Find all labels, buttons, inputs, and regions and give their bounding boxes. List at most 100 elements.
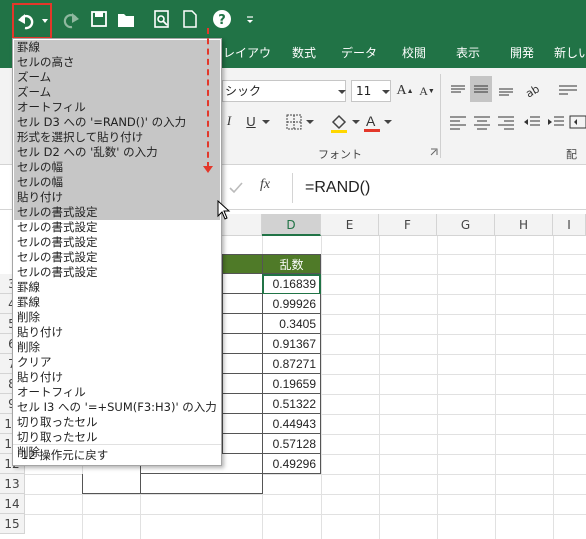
font-color-icon[interactable]: A bbox=[362, 110, 382, 134]
tab-new[interactable]: 新しい bbox=[554, 38, 586, 68]
tab-developer[interactable]: 開発 bbox=[500, 38, 544, 68]
table-cell[interactable] bbox=[222, 354, 263, 374]
undo-history-item[interactable]: オートフィル bbox=[14, 385, 220, 400]
undo-history-item[interactable]: セルの書式設定 bbox=[14, 265, 220, 280]
table-cell[interactable] bbox=[222, 314, 263, 334]
align-center-icon[interactable] bbox=[472, 112, 492, 132]
table-cell-value[interactable]: 0.44943 bbox=[262, 414, 321, 434]
wrap-text-icon[interactable] bbox=[556, 78, 580, 102]
undo-history-item[interactable]: ズーム bbox=[14, 85, 220, 100]
increase-font-icon[interactable]: A ▲ bbox=[396, 80, 414, 102]
table-cell-value[interactable]: 0.99926 bbox=[262, 294, 321, 314]
borders-icon[interactable] bbox=[284, 112, 304, 132]
undo-dropdown-icon[interactable] bbox=[41, 17, 49, 25]
row-header[interactable]: 15 bbox=[0, 514, 25, 534]
new-file-icon[interactable] bbox=[182, 6, 198, 32]
table-header-cell[interactable] bbox=[222, 254, 263, 274]
table-cell[interactable] bbox=[222, 274, 263, 294]
align-middle-icon[interactable] bbox=[470, 76, 492, 102]
column-header-i[interactable]: I bbox=[553, 214, 586, 236]
undo-history-item[interactable]: 貼り付け bbox=[14, 190, 220, 205]
undo-history-item[interactable]: セル I3 への '=+SUM(F3:H3)' の入力 bbox=[14, 400, 220, 415]
align-bottom-icon[interactable] bbox=[496, 78, 516, 102]
insert-function-icon[interactable]: fx bbox=[260, 177, 270, 193]
undo-history-item[interactable]: セルの書式設定 bbox=[14, 235, 220, 250]
redo-icon[interactable] bbox=[58, 6, 84, 32]
table-cell-value[interactable]: 0.49296 bbox=[262, 454, 321, 474]
tab-page-layout[interactable]: レイアウト bbox=[222, 38, 272, 90]
table-cell[interactable] bbox=[222, 394, 263, 414]
table-cell[interactable] bbox=[222, 374, 263, 394]
customize-qat-icon[interactable] bbox=[244, 6, 256, 32]
undo-history-item[interactable]: セルの書式設定 bbox=[14, 220, 220, 235]
row-header[interactable]: 13 bbox=[0, 474, 25, 494]
undo-history-item[interactable]: 削除 bbox=[14, 310, 220, 325]
align-right-icon[interactable] bbox=[496, 112, 516, 132]
undo-history-item[interactable]: セルの高さ bbox=[14, 55, 220, 70]
fill-color-dropdown-icon[interactable] bbox=[352, 118, 360, 126]
undo-history-item[interactable]: 形式を選択して貼り付け bbox=[14, 130, 220, 145]
column-header-e[interactable]: E bbox=[321, 214, 379, 236]
table-cell-value[interactable]: 0.91367 bbox=[262, 334, 321, 354]
open-folder-icon[interactable] bbox=[116, 6, 136, 32]
increase-indent-icon[interactable] bbox=[546, 112, 566, 132]
table-cell-value[interactable]: 0.87271 bbox=[262, 354, 321, 374]
undo-history-item[interactable]: オートフィル bbox=[14, 100, 220, 115]
help-icon[interactable]: ? bbox=[210, 6, 234, 32]
undo-history-item[interactable]: セル D3 への '=RAND()' の入力 bbox=[14, 115, 220, 130]
text-orientation-icon[interactable]: ab bbox=[522, 78, 544, 102]
undo-history-item[interactable]: クリア bbox=[14, 355, 220, 370]
tab-data[interactable]: データ bbox=[336, 38, 382, 68]
underline-dropdown-icon[interactable] bbox=[262, 118, 270, 126]
font-name-select[interactable]: シック bbox=[222, 80, 346, 102]
undo-history-item[interactable]: 貼り付け bbox=[14, 370, 220, 385]
table-cell[interactable] bbox=[222, 434, 263, 454]
tab-view[interactable]: 表示 bbox=[446, 38, 490, 68]
undo-history-item[interactable]: 切り取ったセル bbox=[14, 430, 220, 445]
column-header-g[interactable]: G bbox=[437, 214, 495, 236]
undo-history-item[interactable]: 削除 bbox=[14, 340, 220, 355]
undo-history-item[interactable]: セルの書式設定 bbox=[14, 250, 220, 265]
undo-history-item[interactable]: セル D2 への '乱数' の入力 bbox=[14, 145, 220, 160]
font-dialog-launcher-icon[interactable] bbox=[430, 148, 438, 156]
table-cell[interactable] bbox=[82, 474, 141, 494]
undo-history-item[interactable]: 罫線 bbox=[14, 40, 220, 55]
column-header-f[interactable]: F bbox=[379, 214, 437, 236]
table-cell-value[interactable]: 0.51322 bbox=[262, 394, 321, 414]
table-header-random[interactable]: 乱数 bbox=[262, 254, 321, 274]
undo-history-item[interactable]: 貼り付け bbox=[14, 325, 220, 340]
italic-icon[interactable]: I bbox=[222, 110, 236, 132]
table-cell-value[interactable]: 0.3405 bbox=[262, 314, 321, 334]
selected-cell-d3[interactable]: 0.16839 bbox=[262, 274, 321, 295]
undo-icon[interactable] bbox=[17, 11, 37, 31]
undo-history-item[interactable]: ズーム bbox=[14, 70, 220, 85]
font-size-dropdown-icon[interactable] bbox=[382, 88, 390, 96]
undo-history-item[interactable]: セルの幅 bbox=[14, 175, 220, 190]
row-header[interactable]: 14 bbox=[0, 494, 25, 514]
column-header-h[interactable]: H bbox=[495, 214, 553, 236]
table-cell[interactable] bbox=[222, 414, 263, 434]
enter-check-icon[interactable] bbox=[228, 179, 244, 197]
borders-dropdown-icon[interactable] bbox=[306, 118, 314, 126]
merge-center-icon[interactable] bbox=[568, 112, 586, 132]
undo-history-item[interactable]: 罫線 bbox=[14, 295, 220, 310]
tab-formulas[interactable]: 数式 bbox=[282, 38, 326, 68]
undo-history-item[interactable]: 罫線 bbox=[14, 280, 220, 295]
save-icon[interactable] bbox=[90, 6, 108, 32]
align-top-icon[interactable] bbox=[448, 78, 468, 102]
align-left-icon[interactable] bbox=[448, 112, 468, 132]
decrease-indent-icon[interactable] bbox=[522, 112, 542, 132]
column-header-d[interactable]: D bbox=[262, 214, 321, 236]
table-cell[interactable] bbox=[140, 474, 263, 494]
tab-review[interactable]: 校閲 bbox=[392, 38, 436, 68]
print-preview-icon[interactable] bbox=[152, 6, 172, 32]
font-color-dropdown-icon[interactable] bbox=[384, 118, 392, 126]
table-cell-value[interactable]: 0.57128 bbox=[262, 434, 321, 454]
undo-button-group[interactable] bbox=[12, 3, 52, 39]
formula-input[interactable]: =RAND() bbox=[292, 173, 586, 203]
table-cell-value[interactable]: 0.19659 bbox=[262, 374, 321, 394]
table-cell[interactable] bbox=[222, 334, 263, 354]
undo-history-item[interactable]: 切り取ったセル bbox=[14, 415, 220, 430]
underline-icon[interactable]: U bbox=[244, 110, 258, 132]
undo-history-item[interactable]: セルの書式設定 bbox=[14, 205, 220, 220]
